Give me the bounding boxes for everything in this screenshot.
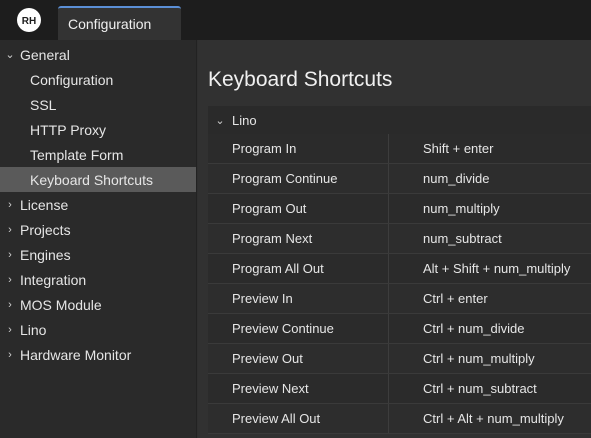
sidebar-item-license[interactable]: › License bbox=[0, 192, 196, 217]
sidebar-item-template-form[interactable]: Template Form bbox=[0, 142, 196, 167]
sidebar-item-engines[interactable]: › Engines bbox=[0, 242, 196, 267]
sidebar-item-lino[interactable]: › Lino bbox=[0, 317, 196, 342]
shortcut-key[interactable]: num_subtract bbox=[389, 231, 502, 246]
shortcut-key[interactable]: num_multiply bbox=[389, 201, 500, 216]
top-bar: RH Configuration bbox=[0, 0, 591, 40]
sidebar-item-configuration[interactable]: Configuration bbox=[0, 67, 196, 92]
sidebar-item-keyboard-shortcuts[interactable]: Keyboard Shortcuts bbox=[0, 167, 196, 192]
shortcut-key[interactable]: num_divide bbox=[389, 171, 490, 186]
rh-logo-icon: RH bbox=[17, 8, 41, 32]
table-row[interactable]: Preview All Out Ctrl + Alt + num_multipl… bbox=[208, 404, 591, 434]
table-row[interactable]: Preview Next Ctrl + num_subtract bbox=[208, 374, 591, 404]
tab-label: Configuration bbox=[68, 16, 152, 32]
shortcut-name: Program Continue bbox=[208, 164, 389, 193]
shortcut-key[interactable]: Alt + Shift + num_multiply bbox=[389, 261, 570, 276]
sidebar-item-http-proxy[interactable]: HTTP Proxy bbox=[0, 117, 196, 142]
shortcut-table: Program In Shift + enter Program Continu… bbox=[208, 134, 591, 434]
main-panel: Keyboard Shortcuts ⌄ Lino Program In Shi… bbox=[198, 40, 591, 438]
group-label: Lino bbox=[232, 112, 257, 128]
shortcut-key[interactable]: Shift + enter bbox=[389, 141, 493, 156]
shortcut-name: Program In bbox=[208, 134, 389, 163]
sidebar: ⌄ General Configuration SSL HTTP Proxy T… bbox=[0, 40, 197, 438]
sidebar-item-ssl[interactable]: SSL bbox=[0, 92, 196, 117]
shortcut-name: Preview All Out bbox=[208, 404, 389, 433]
shortcut-key[interactable]: Ctrl + num_subtract bbox=[389, 381, 537, 396]
table-row[interactable]: Program Next num_subtract bbox=[208, 224, 591, 254]
chevron-right-icon: › bbox=[8, 323, 12, 336]
chevron-right-icon: › bbox=[8, 248, 12, 261]
shortcut-name: Program Out bbox=[208, 194, 389, 223]
table-row[interactable]: Preview Continue Ctrl + num_divide bbox=[208, 314, 591, 344]
chevron-right-icon: › bbox=[8, 223, 12, 236]
logo-text: RH bbox=[22, 16, 36, 27]
shortcut-name: Preview Continue bbox=[208, 314, 389, 343]
chevron-right-icon: › bbox=[8, 198, 12, 211]
sidebar-item-mos-module[interactable]: › MOS Module bbox=[0, 292, 196, 317]
page-title: Keyboard Shortcuts bbox=[208, 68, 393, 91]
group-header-lino[interactable]: ⌄ Lino bbox=[208, 106, 591, 134]
shortcut-name: Program All Out bbox=[208, 254, 389, 283]
table-row[interactable]: Preview In Ctrl + enter bbox=[208, 284, 591, 314]
chevron-right-icon: › bbox=[8, 348, 12, 361]
chevron-right-icon: › bbox=[8, 298, 12, 311]
shortcut-key[interactable]: Ctrl + num_divide bbox=[389, 321, 525, 336]
shortcut-name: Preview In bbox=[208, 284, 389, 313]
shortcut-name: Program Next bbox=[208, 224, 389, 253]
tab-configuration[interactable]: Configuration bbox=[58, 6, 181, 40]
chevron-right-icon: › bbox=[8, 273, 12, 286]
table-row[interactable]: Program All Out Alt + Shift + num_multip… bbox=[208, 254, 591, 284]
table-row[interactable]: Program In Shift + enter bbox=[208, 134, 591, 164]
sidebar-item-integration[interactable]: › Integration bbox=[0, 267, 196, 292]
table-row[interactable]: Program Continue num_divide bbox=[208, 164, 591, 194]
shortcut-name: Preview Out bbox=[208, 344, 389, 373]
shortcut-key[interactable]: Ctrl + enter bbox=[389, 291, 488, 306]
shortcut-name: Preview Next bbox=[208, 374, 389, 403]
sidebar-item-general[interactable]: ⌄ General bbox=[0, 42, 196, 67]
chevron-down-icon: ⌄ bbox=[215, 114, 225, 127]
sidebar-item-hardware-monitor[interactable]: › Hardware Monitor bbox=[0, 342, 196, 367]
table-row[interactable]: Program Out num_multiply bbox=[208, 194, 591, 224]
table-row[interactable]: Preview Out Ctrl + num_multiply bbox=[208, 344, 591, 374]
shortcut-key[interactable]: Ctrl + num_multiply bbox=[389, 351, 535, 366]
sidebar-item-projects[interactable]: › Projects bbox=[0, 217, 196, 242]
chevron-down-icon: ⌄ bbox=[5, 49, 15, 61]
shortcut-key[interactable]: Ctrl + Alt + num_multiply bbox=[389, 411, 564, 426]
